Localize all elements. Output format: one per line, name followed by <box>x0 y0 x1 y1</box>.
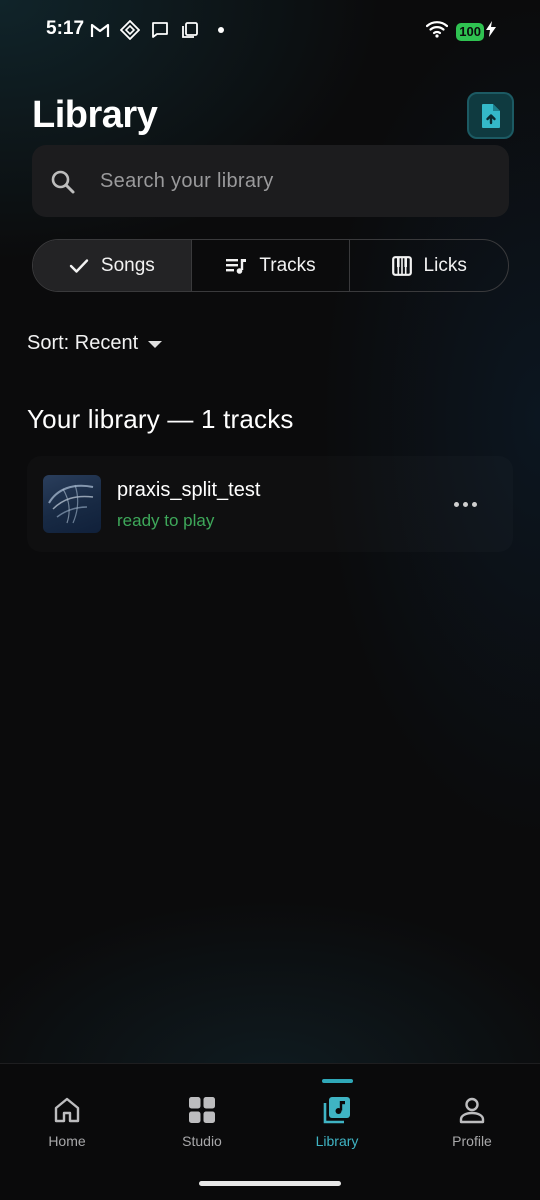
search-input[interactable] <box>100 164 480 198</box>
tab-tracks[interactable]: Tracks <box>190 240 350 291</box>
gmail-icon <box>90 20 110 40</box>
dot-icon <box>218 27 224 33</box>
nav-studio[interactable]: Studio <box>152 1093 252 1159</box>
notification-icons <box>90 20 224 40</box>
more-options-button[interactable] <box>448 492 482 516</box>
tab-licks[interactable]: Licks <box>349 240 508 291</box>
more-dot <box>462 501 468 507</box>
sort-dropdown[interactable]: Sort: Recent <box>27 332 163 355</box>
track-status: ready to play <box>117 511 215 530</box>
track-artwork <box>43 475 101 533</box>
home-gesture-bar[interactable] <box>199 1181 341 1186</box>
tab-songs[interactable]: Songs <box>33 240 191 291</box>
grid-icon <box>185 1093 219 1127</box>
diamond-app-icon <box>120 20 140 40</box>
upload-file-button[interactable] <box>467 92 514 139</box>
message-icon <box>150 20 170 40</box>
charging-icon <box>486 21 496 42</box>
search-icon <box>51 170 75 194</box>
nav-library-label: Library <box>315 1133 359 1149</box>
nav-home-label: Home <box>48 1133 86 1149</box>
file-upload-icon <box>481 103 500 128</box>
status-bar: 5:17 100 <box>0 0 540 62</box>
library-filter-tabs: Songs Tracks Licks <box>32 239 509 292</box>
track-title: praxis_split_test <box>117 479 261 501</box>
tab-licks-label: Licks <box>423 254 467 276</box>
home-icon <box>50 1093 84 1127</box>
library-heading: Your library — 1 tracks <box>27 404 294 434</box>
check-icon <box>69 258 89 273</box>
nav-profile-label: Profile <box>452 1133 492 1149</box>
playlist-music-icon <box>226 258 247 274</box>
person-icon <box>455 1093 489 1127</box>
nav-profile[interactable]: Profile <box>422 1093 522 1159</box>
page-title: Library <box>32 94 158 136</box>
nav-library[interactable]: Library <box>287 1093 387 1159</box>
piano-icon <box>391 255 412 276</box>
tab-tracks-label: Tracks <box>259 254 316 276</box>
more-dots-icon <box>453 501 459 507</box>
status-time: 5:17 <box>46 18 85 39</box>
wifi-icon <box>426 20 449 43</box>
system-icons: 100 <box>426 20 496 43</box>
chevron-down-icon <box>148 341 163 348</box>
library-music-icon <box>320 1093 354 1127</box>
active-tab-indicator <box>322 1079 353 1083</box>
battery-icon: 100 <box>456 22 484 41</box>
more-dot <box>471 501 477 507</box>
nav-home[interactable]: Home <box>17 1093 117 1159</box>
sort-label: Sort: Recent <box>27 332 139 354</box>
copy-icon <box>180 20 200 40</box>
tab-songs-label: Songs <box>100 254 155 276</box>
nav-studio-label: Studio <box>182 1133 222 1149</box>
